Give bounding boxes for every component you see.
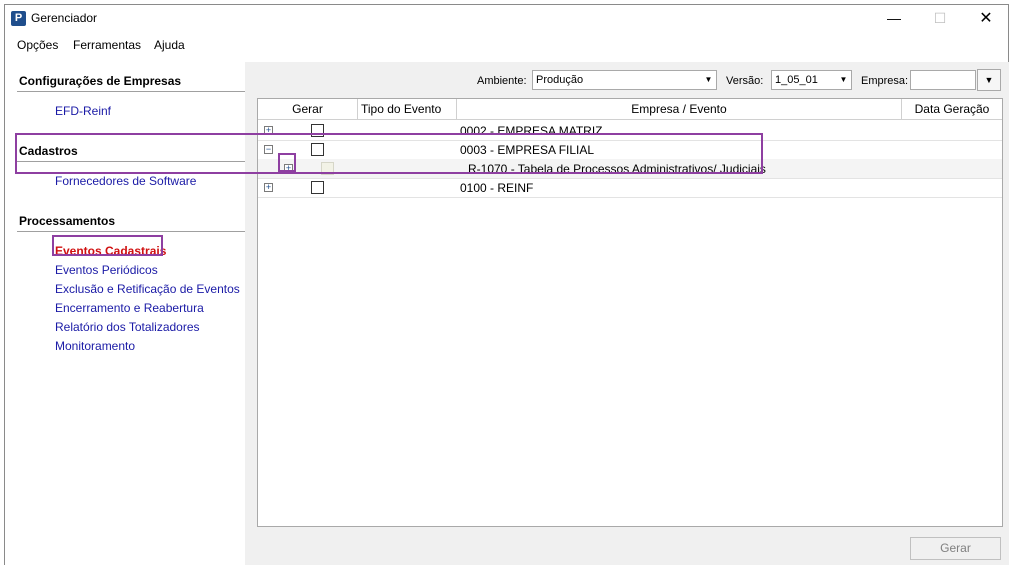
- empresa-label: Empresa:: [861, 75, 909, 87]
- sidebar-link-eventos-periodicos[interactable]: Eventos Periódicos: [55, 263, 158, 277]
- gerar-button[interactable]: Gerar: [910, 537, 1001, 560]
- title-bar: P Gerenciador — ☐ ✕: [5, 5, 1008, 32]
- expand-icon[interactable]: +: [264, 183, 273, 192]
- highlight-box-filial-group: [15, 133, 763, 174]
- empresa-dropdown-button[interactable]: ▼: [977, 69, 1001, 91]
- column-header-data-geracao[interactable]: Data Geração: [902, 99, 1002, 120]
- app-icon: P: [11, 11, 26, 26]
- column-header-tipo-evento[interactable]: Tipo do Evento: [358, 99, 457, 120]
- maximize-button[interactable]: ☐: [917, 5, 963, 32]
- window-title: Gerenciador: [31, 11, 98, 25]
- grid-header: Gerar Tipo do Evento Empresa / Evento Da…: [258, 99, 1002, 120]
- highlight-box-active-link: [52, 235, 163, 256]
- versao-label: Versão:: [726, 75, 764, 87]
- sidebar-link-relatorio-totalizadores[interactable]: Relatório dos Totalizadores: [55, 320, 200, 334]
- table-row[interactable]: + 0100 - REINF: [258, 178, 1002, 197]
- column-header-empresa-evento[interactable]: Empresa / Evento: [457, 99, 902, 120]
- sidebar-link-fornecedores[interactable]: Fornecedores de Software: [55, 174, 196, 188]
- menu-bar: Opções Ferramentas Ajuda: [5, 33, 1008, 55]
- gerar-checkbox[interactable]: [311, 181, 324, 194]
- chevron-down-icon: ▼: [704, 75, 713, 84]
- minimize-button[interactable]: —: [871, 5, 917, 32]
- empresa-evento-cell: 0100 - REINF: [460, 181, 534, 195]
- row-divider: [258, 197, 1002, 198]
- menu-ajuda[interactable]: Ajuda: [154, 38, 185, 52]
- section-divider: [17, 91, 245, 92]
- versao-value: 1_05_01: [775, 74, 818, 86]
- sidebar-link-efd-reinf[interactable]: EFD-Reinf: [55, 104, 111, 118]
- ambiente-label: Ambiente:: [477, 75, 527, 87]
- sidebar-link-encerramento-reabertura[interactable]: Encerramento e Reabertura: [55, 301, 204, 315]
- section-title-configuracoes: Configurações de Empresas: [19, 74, 182, 88]
- chevron-down-icon: ▼: [839, 75, 848, 84]
- column-header-gerar[interactable]: Gerar: [258, 99, 358, 120]
- chevron-down-icon: ▼: [984, 75, 994, 85]
- sidebar-link-monitoramento[interactable]: Monitoramento: [55, 339, 135, 353]
- section-title-processamentos: Processamentos: [19, 214, 116, 228]
- menu-ferramentas[interactable]: Ferramentas: [73, 38, 141, 52]
- sidebar-link-exclusao-retificacao[interactable]: Exclusão e Retificação de Eventos: [55, 282, 240, 296]
- empresa-input[interactable]: [910, 70, 976, 90]
- ambiente-select[interactable]: Produção ▼: [532, 70, 717, 90]
- ambiente-value: Produção: [536, 74, 584, 86]
- app-window: P Gerenciador — ☐ ✕ Opções Ferramentas A…: [4, 4, 1009, 565]
- filter-bar: Ambiente: Produção ▼ Versão: 1_05_01 ▼ E…: [245, 62, 1009, 96]
- versao-select[interactable]: 1_05_01 ▼: [771, 70, 852, 90]
- section-divider: [17, 231, 245, 232]
- highlight-box-expander: [278, 153, 296, 172]
- close-button[interactable]: ✕: [963, 5, 1009, 32]
- menu-opcoes[interactable]: Opções: [17, 38, 58, 52]
